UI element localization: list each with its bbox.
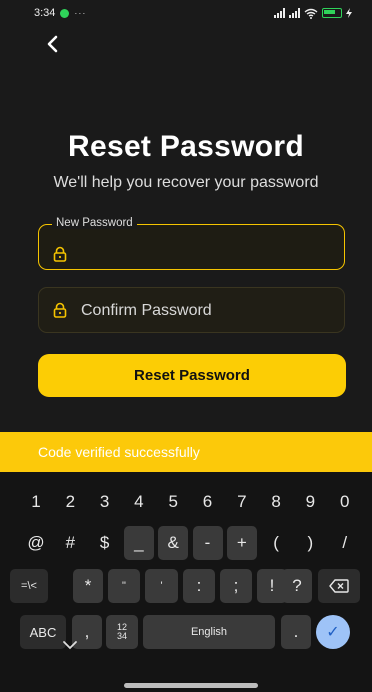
- keyboard: 1234567890 @ # $ _ & - +() / =\< * " ' : ; ! ? …: [0, 472, 372, 692]
- key-numpad[interactable]: 12 34: [106, 615, 138, 649]
- keyboard-row-punctuation: =\< * " ' : ; ! ?: [0, 569, 372, 603]
- key-underscore[interactable]: _: [123, 526, 154, 560]
- key-colon[interactable]: :: [183, 569, 215, 603]
- key-left-paren[interactable]: (: [261, 526, 291, 560]
- key-more-symbols[interactable]: =\<: [10, 569, 48, 603]
- backspace-icon: [329, 579, 349, 593]
- new-password-field[interactable]: New Password: [38, 217, 345, 271]
- key-ampersand[interactable]: &: [158, 526, 189, 560]
- key-at[interactable]: @: [21, 526, 51, 560]
- key-4[interactable]: 4: [124, 485, 154, 519]
- key-dollar[interactable]: $: [90, 526, 120, 560]
- signal-icon-2: [289, 8, 300, 18]
- key-double-quote[interactable]: ": [108, 569, 140, 603]
- key-8[interactable]: 8: [261, 485, 291, 519]
- confirm-password-input[interactable]: [79, 288, 334, 334]
- key-3[interactable]: 3: [90, 485, 120, 519]
- key-5[interactable]: 5: [158, 485, 188, 519]
- page-title: Reset Password: [68, 130, 304, 163]
- key-slash[interactable]: /: [330, 526, 360, 560]
- key-hash[interactable]: #: [55, 526, 85, 560]
- key-single-quote[interactable]: ': [145, 569, 178, 603]
- key-2[interactable]: 2: [55, 485, 85, 519]
- confirm-password-field[interactable]: [38, 287, 345, 334]
- key-plus[interactable]: +: [226, 526, 257, 560]
- keyboard-row-symbols: @ # $ _ & - +() /: [0, 526, 372, 560]
- app-indicator-icon: [60, 8, 70, 18]
- keyboard-row-digits: 1234567890: [0, 485, 372, 519]
- chevron-down-icon[interactable]: [60, 638, 80, 652]
- key-right-paren[interactable]: ): [295, 526, 325, 560]
- lock-icon: [53, 302, 67, 318]
- keyboard-row-bottom: ABC , 12 34 English . ✓: [0, 615, 372, 649]
- battery-icon: [322, 8, 342, 18]
- charging-icon: [346, 8, 352, 18]
- home-indicator[interactable]: [124, 683, 258, 688]
- signal-icon: [274, 8, 285, 18]
- success-toast: Code verified successfully: [0, 432, 372, 472]
- new-password-input[interactable]: [79, 225, 334, 271]
- key-period[interactable]: .: [281, 615, 311, 649]
- reset-password-screen: 3:34 ··· Reset Password We'll help you r…: [0, 0, 372, 692]
- wifi-icon: [304, 8, 318, 19]
- reset-password-button[interactable]: Reset Password: [38, 354, 346, 397]
- key-1[interactable]: 1: [21, 485, 51, 519]
- key-0[interactable]: 0: [330, 485, 360, 519]
- chevron-left-icon: [47, 35, 58, 53]
- back-button[interactable]: [40, 32, 64, 56]
- status-bar: 3:34 ···: [0, 0, 372, 26]
- key-question[interactable]: ?: [282, 569, 312, 603]
- status-time: 3:34: [34, 7, 56, 19]
- lock-icon: [53, 246, 67, 262]
- key-semicolon[interactable]: ;: [220, 569, 252, 603]
- key-7[interactable]: 7: [227, 485, 257, 519]
- page-subtitle: We'll help you recover your password: [53, 174, 319, 191]
- more-notifications-icon: ···: [74, 8, 87, 18]
- backspace-key[interactable]: [318, 569, 360, 603]
- key-minus[interactable]: -: [192, 526, 223, 560]
- key-6[interactable]: 6: [193, 485, 223, 519]
- key-9[interactable]: 9: [295, 485, 325, 519]
- key-asterisk[interactable]: *: [73, 569, 103, 603]
- space-key[interactable]: English: [143, 615, 275, 649]
- numpad-bottom-label: 34: [116, 631, 127, 641]
- done-key[interactable]: ✓: [316, 615, 350, 649]
